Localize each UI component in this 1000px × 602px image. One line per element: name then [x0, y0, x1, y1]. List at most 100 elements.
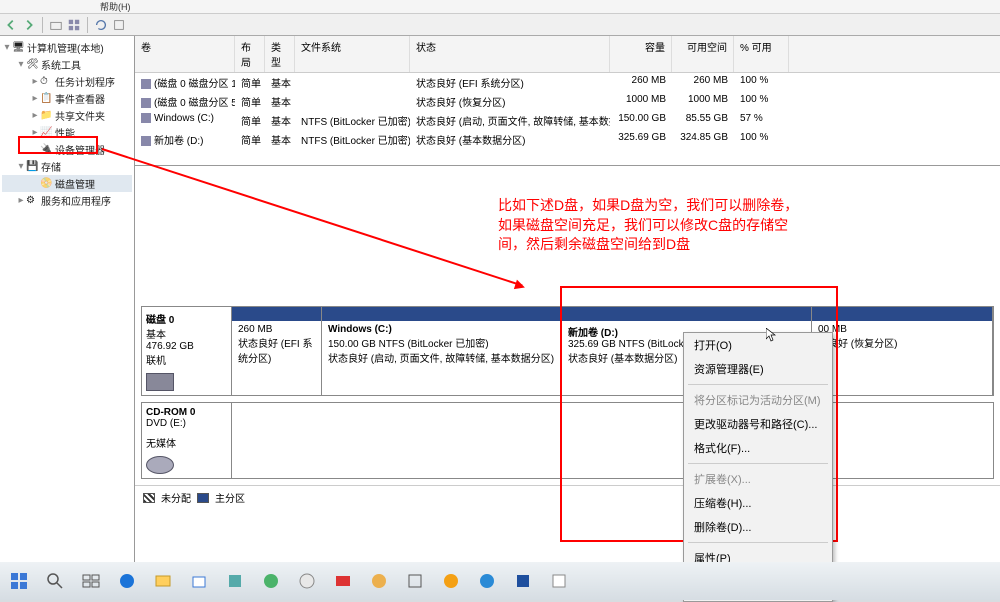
tree-label: 存储	[41, 159, 61, 174]
col-name[interactable]: 卷	[135, 36, 235, 72]
annotation-highlight-tree	[18, 136, 98, 154]
computer-icon: 🖥	[12, 42, 24, 54]
disk-state: 联机	[146, 352, 227, 367]
search-button[interactable]	[42, 568, 68, 594]
volume-icon	[141, 98, 151, 108]
disk-type: 基本	[146, 326, 227, 341]
volume-row[interactable]: Windows (C:) 简单 基本 NTFS (BitLocker 已加密) …	[135, 111, 1000, 130]
disk-size: 476.92 GB	[146, 341, 227, 352]
ctx-mark-active[interactable]: 将分区标记为活动分区(M)	[684, 388, 832, 412]
tree-services-apps[interactable]: ▸⚙ 服务和应用程序	[2, 192, 132, 209]
taskbar-app-explorer[interactable]	[150, 568, 176, 594]
taskbar-app-misc2[interactable]	[438, 568, 464, 594]
clock-icon: ⏱	[40, 76, 52, 88]
taskbar-app-misc4[interactable]	[546, 568, 572, 594]
ctx-extend[interactable]: 扩展卷(X)...	[684, 467, 832, 491]
partition-c[interactable]: Windows (C:) 150.00 GB NTFS (BitLocker 已…	[322, 307, 562, 395]
disk-name: 磁盘 0	[146, 311, 227, 326]
tree-label: 服务和应用程序	[41, 193, 111, 208]
disk-icon: 📀	[40, 178, 52, 190]
col-free[interactable]: 可用空间	[672, 36, 734, 72]
folder-icon: 📁	[40, 110, 52, 122]
taskbar-app-misc1[interactable]	[222, 568, 248, 594]
taskbar-app-mgmt[interactable]	[402, 568, 428, 594]
ctx-shrink[interactable]: 压缩卷(H)...	[684, 491, 832, 515]
volume-icon	[141, 79, 151, 89]
tree-task-scheduler[interactable]: ▸⏱ 任务计划程序	[2, 73, 132, 90]
tree-label: 任务计划程序	[55, 74, 115, 89]
settings-icon[interactable]	[112, 18, 126, 32]
volume-list[interactable]: 卷 布局 类型 文件系统 状态 容量 可用空间 % 可用 (磁盘 0 磁盘分区 …	[135, 36, 1000, 166]
taskbar-app-browser[interactable]	[294, 568, 320, 594]
view-icon[interactable]	[67, 18, 81, 32]
tree-system-tools[interactable]: ▾🛠 系统工具	[2, 56, 132, 73]
ctx-separator	[688, 463, 828, 464]
tree-label: 磁盘管理	[55, 176, 95, 191]
col-status[interactable]: 状态	[410, 36, 610, 72]
cdrom-dev: DVD (E:)	[146, 418, 227, 429]
ctx-explorer[interactable]: 资源管理器(E)	[684, 357, 832, 381]
tree-shared-folders[interactable]: ▸📁 共享文件夹	[2, 107, 132, 124]
app-window: 帮助(H) ▾🖥 计算机管理(本地) ▾🛠 系统工具 ▸⏱	[0, 0, 1000, 562]
forward-icon[interactable]	[22, 18, 36, 32]
tools-icon: 🛠	[26, 59, 38, 71]
tree-storage[interactable]: ▾💾 存储	[2, 158, 132, 175]
tree-label: 事件查看器	[55, 91, 105, 106]
tree-root-item[interactable]: ▾🖥 计算机管理(本地)	[2, 39, 132, 56]
toolbar	[0, 14, 1000, 36]
taskbar-app-store[interactable]	[186, 568, 212, 594]
volume-row[interactable]: (磁盘 0 磁盘分区 1) 简单 基本 状态良好 (EFI 系统分区) 260 …	[135, 73, 1000, 92]
event-icon: 📋	[40, 93, 52, 105]
partition-efi[interactable]: 260 MB 状态良好 (EFI 系统分区)	[232, 307, 322, 395]
ctx-separator	[688, 384, 828, 385]
ctx-format[interactable]: 格式化(F)...	[684, 436, 832, 460]
storage-icon: 💾	[26, 161, 38, 173]
col-layout[interactable]: 布局	[235, 36, 265, 72]
cdrom-name: CD-ROM 0	[146, 407, 227, 418]
ctx-open[interactable]: 打开(O)	[684, 333, 832, 357]
volume-icon	[141, 113, 151, 123]
col-percent[interactable]: % 可用	[734, 36, 789, 72]
up-icon[interactable]	[49, 18, 63, 32]
taskbar-app-chat[interactable]	[258, 568, 284, 594]
back-icon[interactable]	[4, 18, 18, 32]
tree-root-label: 计算机管理(本地)	[27, 40, 104, 55]
menu-help[interactable]: 帮助(H)	[100, 2, 131, 12]
tree-pane[interactable]: ▾🖥 计算机管理(本地) ▾🛠 系统工具 ▸⏱ 任务计划程序 ▸📋 事件查看器 …	[0, 36, 135, 562]
refresh-icon[interactable]	[94, 18, 108, 32]
volume-row[interactable]: (磁盘 0 磁盘分区 5) 简单 基本 状态良好 (恢复分区) 1000 MB …	[135, 92, 1000, 111]
partition-recovery[interactable]: 00 MB 态良好 (恢复分区)	[812, 307, 993, 395]
task-view-button[interactable]	[78, 568, 104, 594]
tree-label: 共享文件夹	[55, 108, 105, 123]
col-capacity[interactable]: 容量	[610, 36, 672, 72]
taskbar-app-wps[interactable]	[330, 568, 356, 594]
start-button[interactable]	[6, 568, 32, 594]
taskbar[interactable]	[0, 562, 1000, 600]
taskbar-app-misc3[interactable]	[474, 568, 500, 594]
volume-icon	[141, 136, 151, 146]
tree-event-viewer[interactable]: ▸📋 事件查看器	[2, 90, 132, 107]
cursor-icon	[766, 328, 776, 342]
annotation-text: 比如下述D盘，如果D盘为空，我们可以删除卷，如果磁盘空间充足，我们可以修改C盘的…	[498, 196, 808, 255]
volume-list-header[interactable]: 卷 布局 类型 文件系统 状态 容量 可用空间 % 可用	[135, 36, 1000, 73]
ctx-delete[interactable]: 删除卷(D)...	[684, 515, 832, 539]
disk-0-label[interactable]: 磁盘 0 基本 476.92 GB 联机	[142, 307, 232, 395]
cdrom-label[interactable]: CD-ROM 0 DVD (E:) 无媒体	[142, 403, 232, 478]
taskbar-app-edge[interactable]	[114, 568, 140, 594]
ctx-change-letter[interactable]: 更改驱动器号和路径(C)...	[684, 412, 832, 436]
taskbar-app-photos[interactable]	[366, 568, 392, 594]
cdrom-state: 无媒体	[146, 435, 227, 450]
col-filesystem[interactable]: 文件系统	[295, 36, 410, 72]
legend-primary-swatch	[197, 493, 209, 503]
disk-icon	[146, 373, 174, 391]
tree-disk-management[interactable]: 📀 磁盘管理	[2, 175, 132, 192]
toolbar-separator	[42, 17, 43, 33]
ctx-separator	[688, 542, 828, 543]
col-type[interactable]: 类型	[265, 36, 295, 72]
legend-primary-label: 主分区	[215, 490, 245, 505]
taskbar-app-vbox[interactable]	[510, 568, 536, 594]
cdrom-icon	[146, 456, 174, 474]
volume-row[interactable]: 新加卷 (D:) 简单 基本 NTFS (BitLocker 已加密) 状态良好…	[135, 130, 1000, 149]
legend-unalloc-label: 未分配	[161, 490, 191, 505]
menu-bar[interactable]: 帮助(H)	[0, 0, 1000, 14]
